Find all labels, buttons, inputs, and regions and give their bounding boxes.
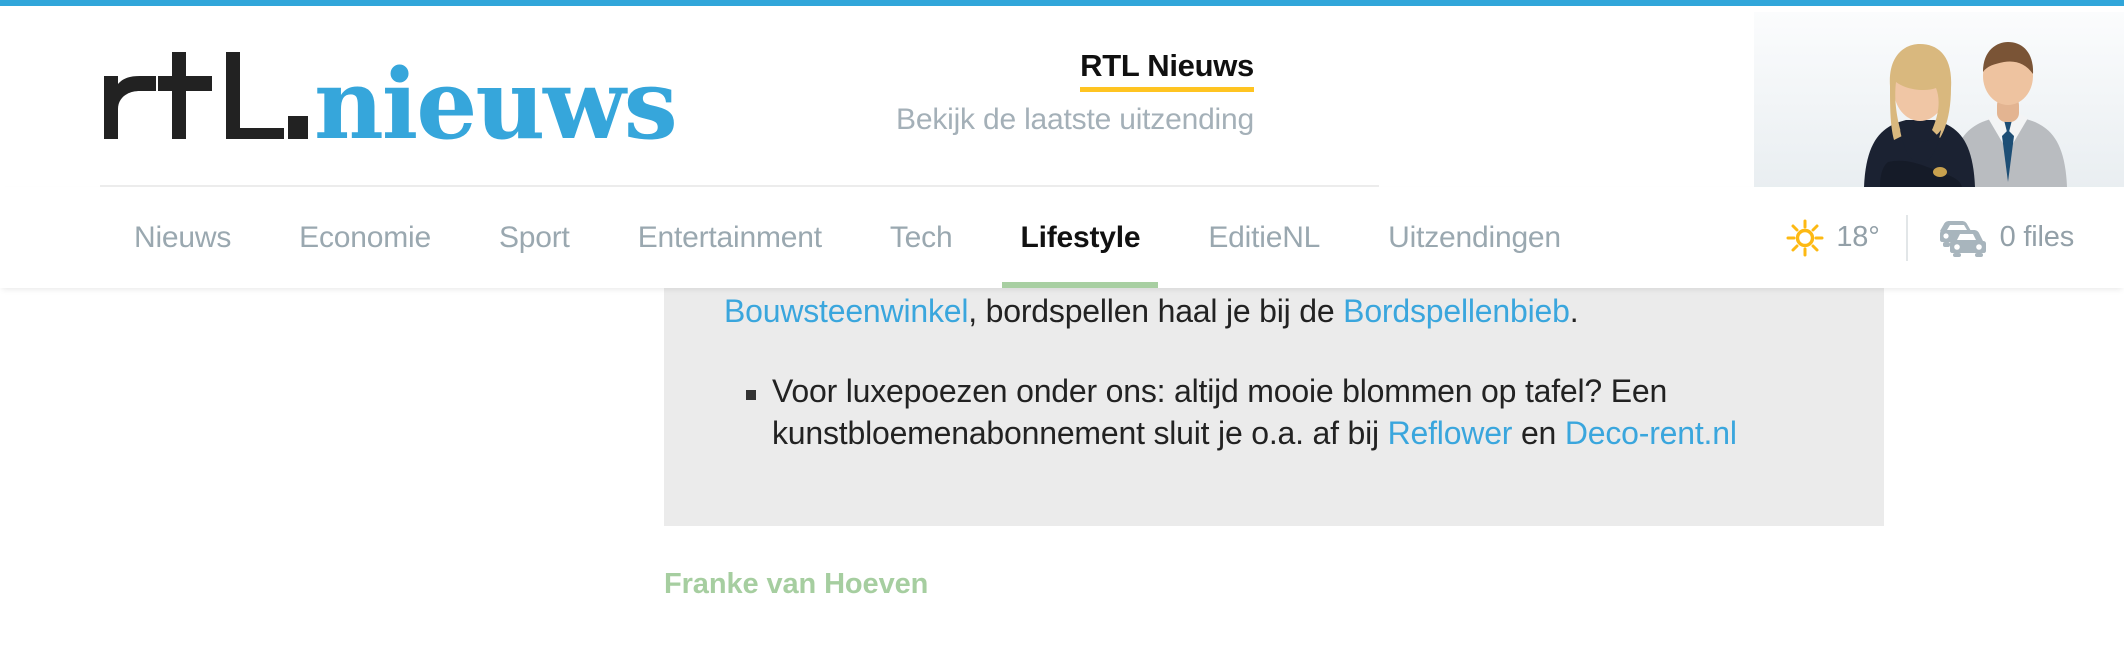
presenters-photo[interactable] — [1754, 12, 2124, 187]
nav-item-list: Nieuws Economie Sport Entertainment Tech… — [100, 187, 1595, 288]
link-bouwsteenwinkel[interactable]: Bouwsteenwinkel — [724, 293, 968, 329]
site-masthead: nieuws RTL Nieuws Bekijk de laatste uitz… — [0, 6, 2124, 187]
sun-icon — [1786, 219, 1824, 257]
nav-item-label: Sport — [498, 220, 570, 254]
svg-text:nieuws: nieuws — [314, 48, 676, 140]
weather-temperature: 18° — [1836, 221, 1880, 253]
link-bordspellenbieb[interactable]: Bordspellenbieb — [1343, 293, 1570, 329]
nav-item-label: Uitzendingen — [1388, 220, 1561, 254]
nav-item-label: Lifestyle — [1020, 220, 1141, 254]
broadcast-promo[interactable]: RTL Nieuws Bekijk de laatste uitzending — [794, 48, 1254, 138]
nav-item-sport[interactable]: Sport — [465, 187, 604, 288]
link-reflower[interactable]: Reflower — [1388, 415, 1513, 451]
nav-item-editienl[interactable]: EditieNL — [1174, 187, 1354, 288]
callout-paragraph-end: . — [1569, 293, 1579, 329]
nav-item-label: Entertainment — [637, 220, 822, 254]
bullet-text-part2: en — [1512, 415, 1565, 452]
nav-item-label: EditieNL — [1208, 220, 1321, 254]
nav-item-label: Economie — [299, 220, 431, 254]
cars-traffic-icon — [1934, 219, 1988, 257]
rtl-nieuws-logo[interactable]: nieuws — [100, 48, 680, 140]
article-content: Bouwsteenwinkel, bordspellen haal je bij… — [0, 288, 2124, 648]
article-byline[interactable]: Franke van Hoeven — [664, 568, 928, 601]
traffic-value: 0 files — [1999, 221, 2075, 253]
promo-subtitle: Bekijk de laatste uitzending — [896, 102, 1254, 136]
main-navigation: Nieuws Economie Sport Entertainment Tech… — [0, 187, 2124, 288]
logo-artwork: nieuws — [104, 48, 678, 140]
callout-paragraph-middle: , bordspellen haal je bij de — [968, 293, 1344, 329]
promo-title: RTL Nieuws — [1080, 48, 1254, 92]
nav-item-economie[interactable]: Economie — [265, 187, 465, 288]
article-callout-box: Bouwsteenwinkel, bordspellen haal je bij… — [664, 288, 1884, 526]
link-deco-rent[interactable]: Deco-rent.nl — [1565, 415, 1737, 451]
nav-item-tech[interactable]: Tech — [856, 187, 987, 288]
weather-widget[interactable]: 18° — [1760, 219, 1905, 257]
callout-paragraph: Bouwsteenwinkel, bordspellen haal je bij… — [724, 288, 1824, 332]
callout-bullet-list: Voor luxepoezen onder ons: altijd mooie … — [724, 370, 1824, 454]
nav-item-lifestyle[interactable]: Lifestyle — [986, 187, 1174, 288]
nav-item-label: Nieuws — [134, 220, 232, 254]
nav-item-nieuws[interactable]: Nieuws — [100, 187, 265, 288]
nav-item-uitzendingen[interactable]: Uitzendingen — [1354, 187, 1595, 288]
nav-item-entertainment[interactable]: Entertainment — [604, 187, 856, 288]
traffic-widget[interactable]: 0 files — [1908, 219, 2100, 257]
list-item: Voor luxepoezen onder ons: altijd mooie … — [724, 370, 1824, 454]
nav-item-label: Tech — [889, 220, 953, 254]
nav-widgets: 18° 0 files — [1760, 187, 2100, 288]
presenters-illustration — [1754, 12, 2124, 187]
